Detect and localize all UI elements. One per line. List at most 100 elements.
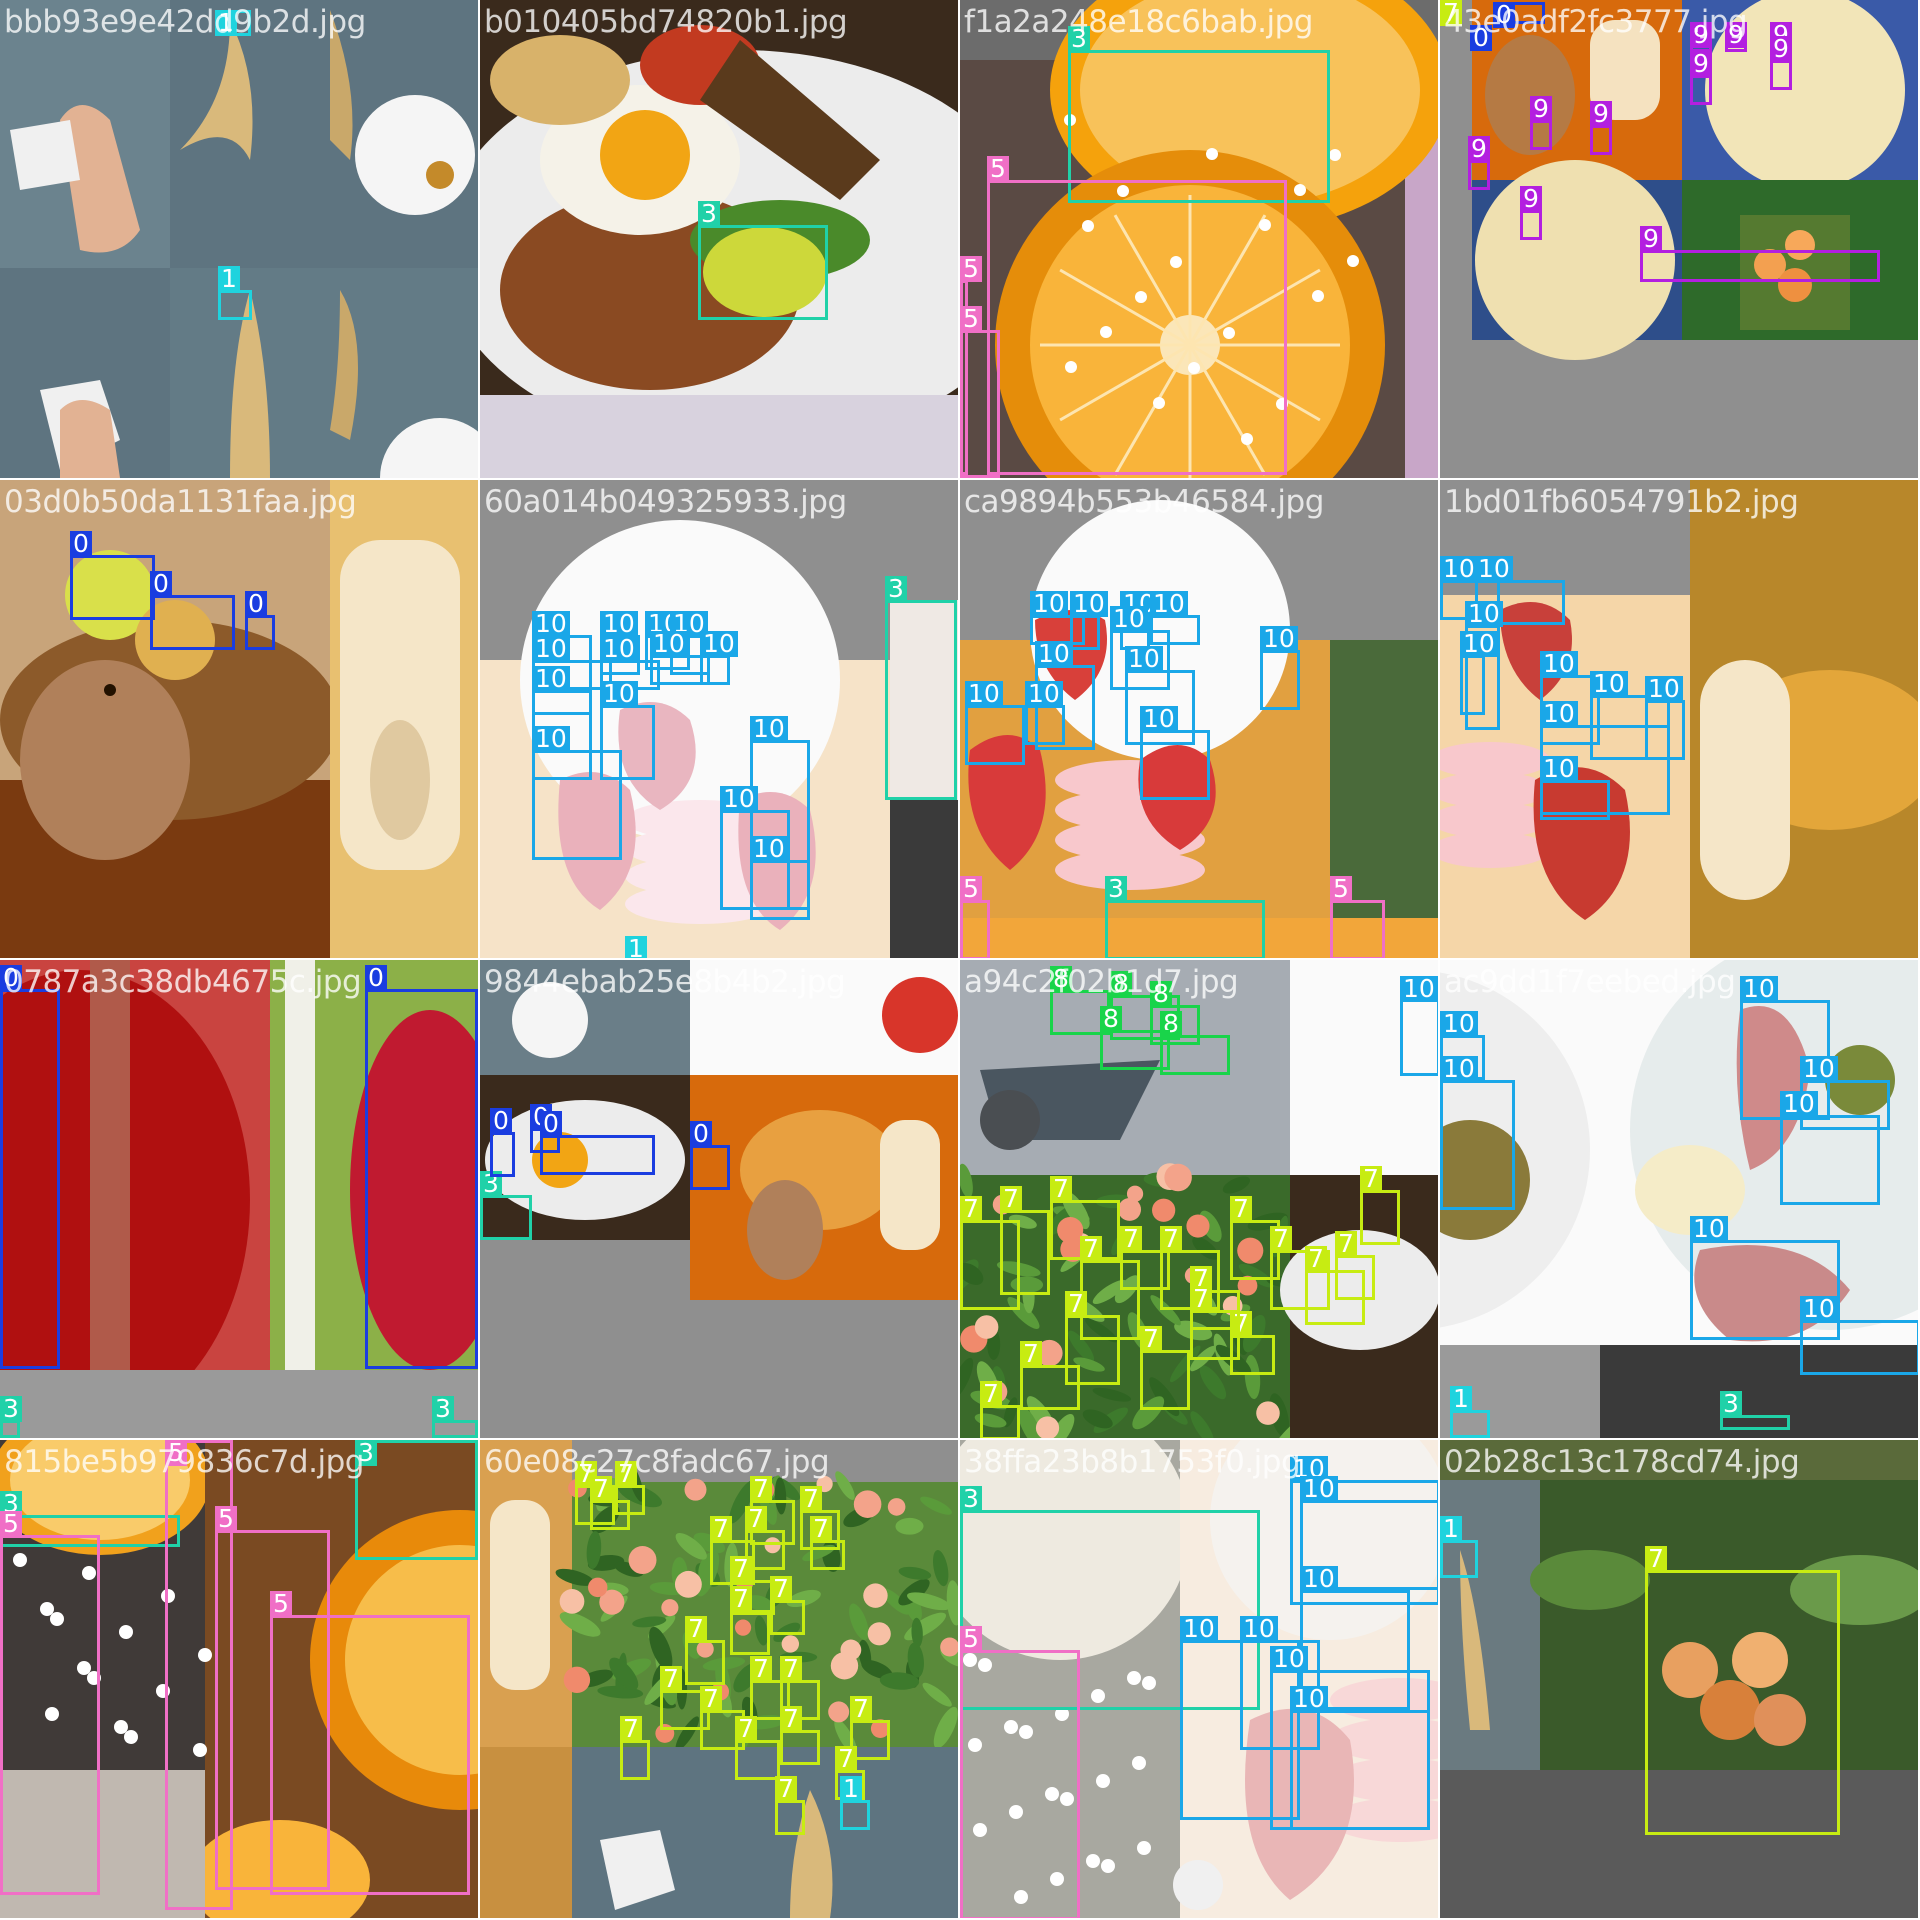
mug-shape [490, 1500, 550, 1690]
detection-box: 5 [0, 1511, 100, 1895]
blossom [119, 1625, 133, 1639]
class-label: 7 [1160, 1226, 1182, 1252]
detection-box: 3 [355, 1440, 478, 1560]
class-label: 10 [1140, 706, 1178, 732]
detection-box: 10 [1025, 681, 1065, 745]
class-label: 3 [0, 1396, 22, 1422]
mosaic-tile: 38ffa23b8b1753f0.jpg 3 5 10 10 10 10 10 10 10 [960, 1440, 1438, 1918]
class-label: 0 [540, 1111, 562, 1137]
class-label: 7 [660, 1666, 682, 1692]
detection-box: 8 [1100, 1006, 1170, 1070]
detection-box: 0 [245, 591, 275, 650]
class-label: 1 [1440, 1516, 1462, 1542]
peach-shape [887, 1498, 906, 1516]
peach-shape [563, 1666, 591, 1694]
class-label: 10 [1150, 591, 1188, 617]
class-label: 3 [1068, 26, 1090, 52]
class-label: 7 [810, 1516, 832, 1542]
peach-shape [674, 1570, 702, 1598]
peach-shape [1186, 1214, 1210, 1238]
mosaic-tile: 9844ebab25e8b4b2.jpg30000 [480, 960, 958, 1438]
class-label: 10 [532, 726, 570, 752]
class-label: 10 [1475, 556, 1513, 582]
detection-box: 1 [215, 10, 251, 36]
class-label: 3 [355, 1440, 377, 1466]
detection-box: 7 [735, 1716, 780, 1780]
tile-photo [480, 960, 958, 1438]
class-label: 7 [980, 1381, 1002, 1407]
detection-box: 0 [490, 1108, 515, 1177]
class-label: 7 [835, 1746, 857, 1772]
class-label: 7 [620, 1716, 642, 1742]
blossom [1101, 1859, 1115, 1873]
class-label: 10 [1740, 976, 1778, 1002]
class-label: 10 [1800, 1056, 1838, 1082]
mosaic-tile: 02b28c13c178cd74.jpg 1 7 [1440, 1440, 1918, 1918]
class-label: 7 [750, 1476, 772, 1502]
detection-box: 7 [620, 1716, 650, 1780]
class-label: 8 [1110, 971, 1132, 997]
class-label: 10 [1690, 1216, 1728, 1242]
blossom [1137, 1841, 1151, 1855]
class-label: 10 [1540, 756, 1578, 782]
class-label: 10 [1400, 976, 1438, 1002]
class-label: 7 [615, 1461, 637, 1487]
blossom [1312, 290, 1324, 302]
detection-box: 7 [770, 1576, 805, 1635]
detection-box: 7 [1645, 1546, 1840, 1835]
class-label: 10 [1030, 591, 1068, 617]
mosaic-tile: 43e0adf2fc3777.jpg 0 0 9 9 9 9 9 9 9 9 9 9 7 [1440, 0, 1918, 478]
detection-box: 7 [980, 1381, 1020, 1438]
detection-box: 9 [1590, 101, 1612, 155]
detection-box: 1 [1440, 1516, 1478, 1578]
class-label: 10 [1260, 626, 1298, 652]
detection-box: 10 [700, 631, 738, 685]
class-label: 7 [1020, 1341, 1042, 1367]
detection-box: 10 [1070, 591, 1108, 650]
class-label: 7 [770, 1576, 792, 1602]
blossom [1329, 149, 1341, 161]
class-label: 5 [0, 1511, 22, 1537]
class-label: 8 [1150, 981, 1172, 1007]
class-label: 0 [1470, 25, 1492, 51]
detection-box: 3 [432, 1396, 478, 1438]
class-label: 10 [1440, 556, 1478, 582]
detection-box: 10 [1140, 706, 1210, 800]
class-label: 7 [685, 1616, 707, 1642]
class-label: 10 [1590, 671, 1628, 697]
class-label: 10 [1540, 701, 1578, 727]
mosaic-tile: a94c2f02b1d7.jpg 8 8 8 8 8 10 7 7 7 7 7 7 7 7 7 7 7 7 7 7 7 7 7… [960, 960, 1438, 1438]
blossom [1132, 1756, 1146, 1770]
detection-box: 9 [1640, 226, 1880, 282]
class-label: 7 [1230, 1196, 1252, 1222]
class-label: 10 [1110, 606, 1148, 632]
class-label: 9 [1530, 96, 1552, 122]
mosaic-grid: bbb93e9e42dd9b2d.jpg 1 1 b010405bd74820b1.j… [0, 0, 1920, 1920]
detection-box: 5 [1330, 876, 1385, 958]
class-label: 9 [1725, 22, 1747, 48]
class-label: 3 [960, 1486, 982, 1512]
class-label: 1 [1450, 1386, 1472, 1412]
detection-box: 7 [1000, 1186, 1050, 1295]
class-label: 10 [1300, 1566, 1338, 1592]
detection-box: 0 [150, 571, 235, 650]
detection-box: 10 [532, 726, 622, 860]
mosaic-tile: ca9894b553b46584.jpg 10 10 10 10 10 10 10 10 10 10… [960, 480, 1438, 958]
class-label: 7 [780, 1656, 802, 1682]
class-label: 10 [600, 636, 638, 662]
class-label: 7 [1080, 1236, 1102, 1262]
class-label: 10 [1540, 651, 1578, 677]
class-label: 10 [532, 636, 570, 662]
blossom [1347, 255, 1359, 267]
class-label: 5 [1330, 876, 1352, 902]
class-label: 10 [720, 786, 758, 812]
detection-box: 5 [960, 876, 990, 958]
egg-yolk [600, 110, 690, 200]
mosaic-tile: b010405bd74820b1.jpg 3 [480, 0, 958, 478]
detection-box: 5 [987, 156, 1287, 475]
detection-box: 10 [1290, 1686, 1430, 1830]
class-label: 9 [1770, 36, 1792, 62]
detection-box: 10 [1460, 631, 1498, 715]
class-label: 7 [710, 1516, 732, 1542]
detection-box: 9 [1690, 51, 1712, 105]
